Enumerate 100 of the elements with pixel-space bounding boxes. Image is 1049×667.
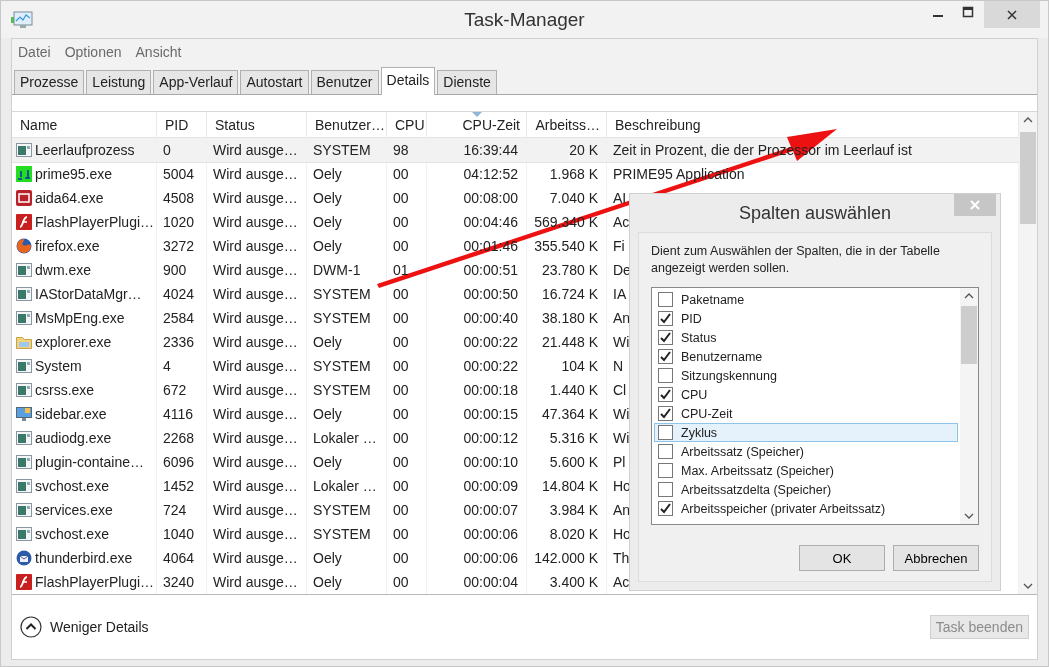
table-cell: 00 bbox=[393, 550, 409, 566]
scrollbar[interactable] bbox=[1019, 112, 1037, 594]
checkbox[interactable] bbox=[658, 425, 673, 440]
list-item[interactable]: Status bbox=[654, 328, 958, 347]
chevron-up-icon[interactable] bbox=[1023, 116, 1033, 124]
tab[interactable]: Benutzer bbox=[310, 70, 379, 94]
table-cell: 04:12:52 bbox=[463, 166, 518, 182]
table-cell: Oely bbox=[313, 166, 342, 182]
menu-item[interactable]: Optionen bbox=[64, 43, 122, 60]
tab[interactable]: Details bbox=[380, 67, 436, 95]
table-cell: An bbox=[613, 310, 631, 326]
window-icon bbox=[16, 502, 32, 518]
table-cell: 2268 bbox=[163, 430, 195, 446]
checkbox[interactable] bbox=[658, 311, 673, 326]
table-cell: 3.984 K bbox=[549, 502, 598, 518]
checkbox[interactable] bbox=[658, 349, 673, 364]
dialog-button[interactable]: OK bbox=[799, 545, 885, 571]
app-icon bbox=[16, 166, 32, 182]
table-cell: 724 bbox=[163, 502, 187, 518]
list-item[interactable]: CPU-Zeit bbox=[654, 404, 958, 423]
checkbox[interactable] bbox=[658, 387, 673, 402]
process-name: System bbox=[35, 358, 82, 374]
menu-item[interactable]: Ansicht bbox=[135, 43, 182, 60]
list-item[interactable]: Arbeitssatzdelta (Speicher) bbox=[654, 480, 958, 499]
table-cell: 1452 bbox=[163, 478, 195, 494]
list-item[interactable]: Zyklus bbox=[654, 423, 958, 442]
table-cell: Wird ausge… bbox=[213, 358, 298, 374]
list-item[interactable]: PID bbox=[654, 309, 958, 328]
table-cell: 23.780 K bbox=[541, 262, 598, 278]
table-cell: 00:00:51 bbox=[463, 262, 518, 278]
table-cell: Wird ausge… bbox=[213, 142, 298, 158]
table-cell: 00:00:06 bbox=[463, 550, 518, 566]
globe-icon bbox=[16, 238, 32, 254]
tab[interactable]: Autostart bbox=[240, 70, 309, 94]
scrollbar[interactable] bbox=[960, 288, 978, 524]
minimize-icon bbox=[933, 15, 943, 17]
list-item[interactable]: Sitzungskennung bbox=[654, 366, 958, 385]
table-cell: 1040 bbox=[163, 526, 195, 542]
table-cell: 00 bbox=[393, 406, 409, 422]
process-name: firefox.exe bbox=[35, 238, 100, 254]
checkbox[interactable] bbox=[658, 368, 673, 383]
process-name: IAStorDataMgr… bbox=[35, 286, 142, 302]
window-icon bbox=[16, 478, 32, 494]
tab[interactable]: Dienste bbox=[437, 70, 497, 94]
table-cell: Oely bbox=[313, 406, 342, 422]
table-cell: Wird ausge… bbox=[213, 166, 298, 182]
table-cell: 4508 bbox=[163, 190, 195, 206]
monitor-icon bbox=[11, 10, 33, 29]
table-cell: Ac bbox=[613, 574, 630, 590]
table-cell: 00:00:12 bbox=[463, 430, 518, 446]
table-cell: 00:00:18 bbox=[463, 382, 518, 398]
list-item[interactable]: Paketname bbox=[654, 290, 958, 309]
checkbox[interactable] bbox=[658, 330, 673, 345]
list-item[interactable]: CPU bbox=[654, 385, 958, 404]
window-icon bbox=[16, 430, 32, 446]
table-cell: DWM-1 bbox=[313, 262, 361, 278]
folder-icon bbox=[16, 334, 32, 350]
table-cell: Wird ausge… bbox=[213, 550, 298, 566]
fewer-details-link[interactable]: Weniger Details bbox=[20, 616, 149, 638]
tab[interactable]: App-Verlauf bbox=[153, 70, 239, 94]
scrollbar-thumb[interactable] bbox=[1020, 132, 1036, 224]
table-cell: 00:00:50 bbox=[463, 286, 518, 302]
tab[interactable]: Prozesse bbox=[14, 70, 85, 94]
dialog-button[interactable]: Abbrechen bbox=[893, 545, 979, 571]
scrollbar-thumb[interactable] bbox=[961, 306, 977, 364]
table-cell: Oely bbox=[313, 454, 342, 470]
checkbox[interactable] bbox=[658, 463, 673, 478]
table-cell: Wird ausge… bbox=[213, 478, 298, 494]
checkbox[interactable] bbox=[658, 501, 673, 516]
chevron-down-icon[interactable] bbox=[964, 512, 974, 520]
square-icon bbox=[16, 190, 32, 206]
table-cell: 00:00:07 bbox=[463, 502, 518, 518]
table-cell: 2584 bbox=[163, 310, 195, 326]
table-cell: SYSTEM bbox=[313, 142, 371, 158]
list-item[interactable]: Arbeitssatz (Speicher) bbox=[654, 442, 958, 461]
process-name: thunderbird.exe bbox=[35, 550, 133, 566]
window-icon bbox=[16, 286, 32, 302]
table-cell: 6096 bbox=[163, 454, 195, 470]
table-cell: Wird ausge… bbox=[213, 214, 298, 230]
chevron-up-icon[interactable] bbox=[964, 292, 974, 300]
table-cell: SYSTEM bbox=[313, 358, 371, 374]
process-name: explorer.exe bbox=[35, 334, 112, 350]
table-cell: 1020 bbox=[163, 214, 195, 230]
list-item[interactable]: Max. Arbeitssatz (Speicher) bbox=[654, 461, 958, 480]
tab[interactable]: Leistung bbox=[86, 70, 152, 94]
table-cell: 3272 bbox=[163, 238, 195, 254]
checkbox[interactable] bbox=[658, 482, 673, 497]
table-cell: 5.600 K bbox=[549, 454, 598, 470]
table-cell: Oely bbox=[313, 574, 342, 590]
list-item[interactable]: Benutzername bbox=[654, 347, 958, 366]
table-cell: 4116 bbox=[163, 406, 194, 422]
table-cell: 3.400 K bbox=[549, 574, 598, 590]
chevron-down-icon[interactable] bbox=[1023, 582, 1033, 590]
menu-item[interactable]: Datei bbox=[18, 43, 51, 60]
checkbox[interactable] bbox=[658, 292, 673, 307]
list-item[interactable]: Arbeitsspeicher (privater Arbeitssatz) bbox=[654, 499, 958, 518]
checkbox[interactable] bbox=[658, 444, 673, 459]
checkbox[interactable] bbox=[658, 406, 673, 421]
process-name: aida64.exe bbox=[35, 190, 104, 206]
envelope-icon bbox=[16, 550, 32, 566]
